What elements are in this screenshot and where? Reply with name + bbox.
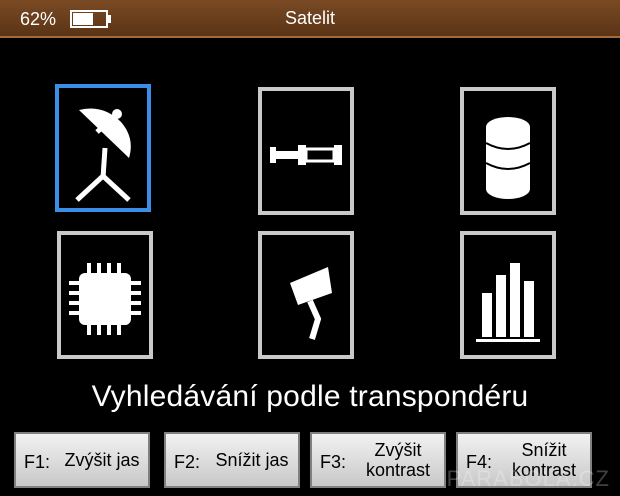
menu-tile-telescope[interactable]	[258, 87, 354, 215]
f1-button[interactable]: F1: Zvýšit jas	[14, 432, 150, 488]
watermark: PARABOLA.CZ	[446, 466, 610, 491]
f2-key-label: F2:	[174, 452, 201, 472]
f2-button[interactable]: F2: Snížit jas	[164, 432, 300, 488]
selected-function-caption: Vyhledávání podle transpondéru	[91, 380, 529, 413]
f1-action-label: Zvýšit jas	[64, 450, 140, 470]
menu-tile-chart[interactable]	[460, 231, 556, 359]
screen-title: Satelit	[284, 8, 336, 28]
f3-action-label: Zvýšit kontrast	[365, 440, 431, 480]
database-icon	[485, 117, 531, 199]
camera-icon	[290, 267, 332, 340]
status-bar: 62% Satelit	[0, 0, 620, 38]
f1-key-label: F1:	[24, 452, 51, 472]
chip-icon	[69, 263, 141, 335]
telescope-icon	[270, 145, 342, 165]
menu-tile-chip[interactable]	[57, 231, 153, 359]
f3-button[interactable]: F3: Zvýšit kontrast	[310, 432, 446, 488]
satellite-dish-icon	[75, 108, 131, 202]
menu-tile-database[interactable]	[460, 87, 556, 215]
menu-tile-satellite[interactable]	[55, 84, 151, 212]
menu-tile-camera[interactable]	[258, 231, 354, 359]
bar-chart-icon	[476, 263, 540, 342]
f2-action-label: Snížit jas	[215, 450, 289, 470]
f3-key-label: F3:	[320, 452, 347, 472]
